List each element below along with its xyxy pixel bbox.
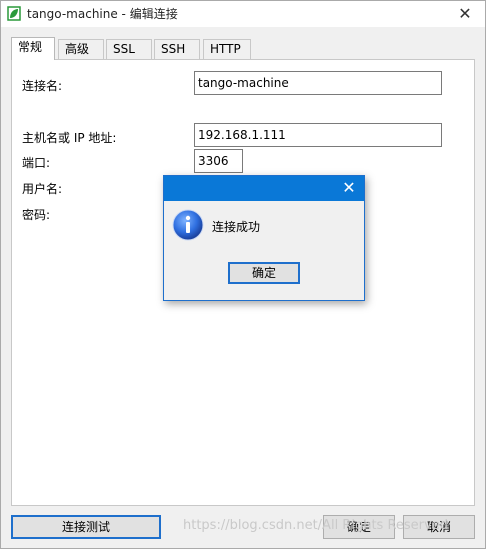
dialog-message: 连接成功 xyxy=(212,220,261,234)
window-close-button[interactable]: ✕ xyxy=(445,1,485,27)
dialog-ok-button[interactable]: 确定 xyxy=(228,262,300,284)
conn-name-input[interactable]: tango-machine xyxy=(194,71,442,95)
edit-connection-window: tango-machine - 编辑连接 ✕ 常规 高级 SSL SSH HTT… xyxy=(0,0,486,549)
tab-ssh[interactable]: SSH xyxy=(154,39,200,59)
app-leaf-icon xyxy=(7,6,21,21)
dialog-title-bar: ✕ xyxy=(164,176,364,201)
tab-advanced[interactable]: 高级 xyxy=(58,39,104,59)
success-dialog: ✕ 连接成功 确定 xyxy=(163,175,365,301)
tab-ssl[interactable]: SSL xyxy=(106,39,152,59)
port-label: 端口: xyxy=(22,156,51,170)
password-label: 密码: xyxy=(22,208,51,222)
host-label: 主机名或 IP 地址: xyxy=(22,131,117,145)
window-title: tango-machine - 编辑连接 xyxy=(27,7,178,21)
host-input[interactable]: 192.168.1.111 xyxy=(194,123,442,147)
dialog-body: 连接成功 确定 xyxy=(164,201,364,300)
conn-name-label: 连接名: xyxy=(22,79,63,93)
ok-button[interactable]: 确定 xyxy=(323,515,395,539)
info-icon xyxy=(172,209,204,241)
tab-http[interactable]: HTTP xyxy=(203,39,251,59)
title-bar: tango-machine - 编辑连接 ✕ xyxy=(1,1,485,27)
tab-general[interactable]: 常规 xyxy=(11,37,55,60)
user-label: 用户名: xyxy=(22,182,63,196)
cancel-button[interactable]: 取消 xyxy=(403,515,475,539)
test-connection-button[interactable]: 连接测试 xyxy=(11,515,161,539)
dialog-close-button[interactable]: ✕ xyxy=(334,176,364,201)
port-input[interactable]: 3306 xyxy=(194,149,243,173)
